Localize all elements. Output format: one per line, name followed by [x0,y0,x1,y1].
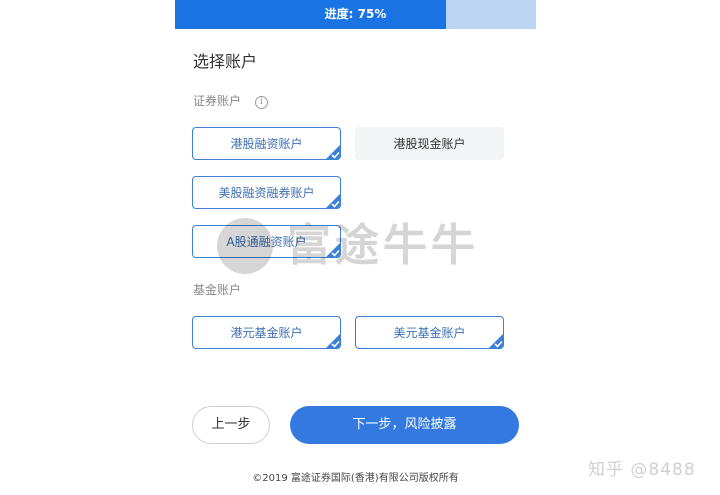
checkmark-icon [326,243,340,257]
progress-label: 进度: 75% [324,7,387,21]
account-option-label: 港元基金账户 [230,326,303,340]
progress-bar: 进度: 75% [175,0,536,29]
checkmark-icon [326,334,340,348]
securities-section-label: 证券账户 [193,94,242,108]
next-step-risk-disclosure-button[interactable]: 下一步，风险披露 [290,406,519,444]
checkmark-icon [326,194,340,208]
account-option-hk-cash[interactable]: 港股现金账户 [355,127,504,160]
account-option-label: A股通融资账户 [226,235,307,249]
account-option-label: 港股融资账户 [230,137,303,151]
account-option-label: 港股现金账户 [393,137,466,151]
source-watermark: 知乎 @8488 [588,460,696,480]
account-option-hk-margin[interactable]: 港股融资账户 [192,127,341,160]
account-selection-screen: 进度: 75% 选择账户 证券账户 i 港股融资账户 港股现金账户 美股融资融券… [175,0,536,495]
securities-section-header: 证券账户 i [193,92,268,109]
checkmark-icon [489,334,503,348]
account-option-usd-fund[interactable]: 美元基金账户 [355,316,504,349]
account-option-label: 美元基金账户 [393,326,466,340]
account-option-label: 美股融资融券账户 [218,186,315,200]
funds-section-label: 基金账户 [193,283,242,297]
account-option-hkd-fund[interactable]: 港元基金账户 [192,316,341,349]
previous-step-button[interactable]: 上一步 [192,406,270,444]
page-title: 选择账户 [193,52,258,71]
info-icon[interactable]: i [254,96,268,109]
account-option-a-share-margin[interactable]: A股通融资账户 [192,225,341,258]
account-option-us-margin-short[interactable]: 美股融资融券账户 [192,176,341,209]
checkmark-icon [326,145,340,159]
footer-copyright: ©2019 富途证券国际(香港)有限公司版权所有 [252,473,459,484]
